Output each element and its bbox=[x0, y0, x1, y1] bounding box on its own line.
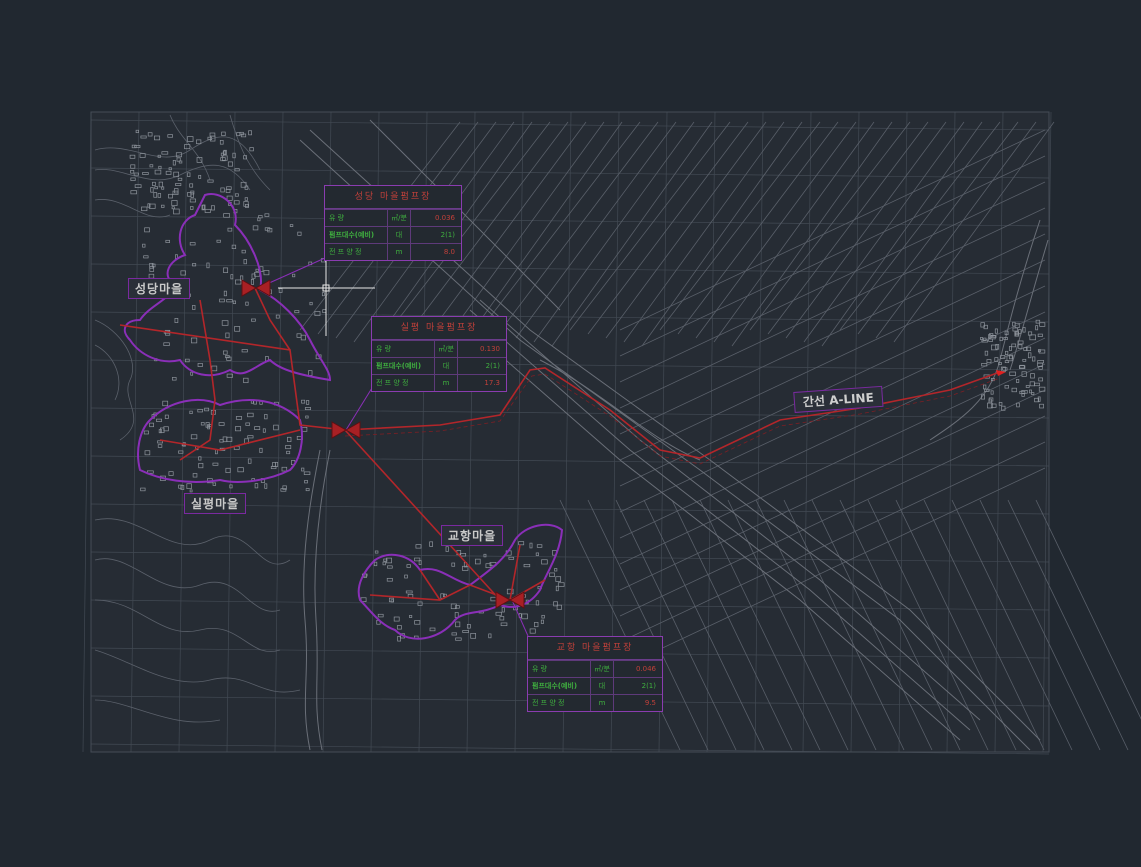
row-unit: m bbox=[435, 375, 458, 391]
table-row: 유 량 ㎥/분 0.046 bbox=[528, 660, 662, 677]
table-row: 펌프대수(예비) 대 2(1) bbox=[325, 226, 461, 243]
row-value: 9.5 bbox=[644, 699, 656, 707]
parcel-line bbox=[1035, 499, 1141, 720]
pump-table-gyohang[interactable]: 교항 마을펌프장 유 량 ㎥/분 0.046 펌프대수(예비) 대 2(1) 전… bbox=[527, 636, 663, 712]
row-value: 0.130 bbox=[479, 345, 500, 353]
row-label: 펌프대수(예비) bbox=[528, 678, 591, 694]
row-value: 17.3 bbox=[484, 379, 500, 387]
row-label: 전 프 양 정 bbox=[372, 375, 435, 391]
row-label: 전 프 양 정 bbox=[528, 695, 591, 711]
table-row: 전 프 양 정 m 8.0 bbox=[325, 243, 461, 260]
row-unit: 대 bbox=[591, 678, 614, 694]
row-label: 전 프 양 정 bbox=[325, 244, 388, 260]
row-label: 유 량 bbox=[528, 661, 591, 677]
village-label-silpyeong: 실평마을 bbox=[184, 493, 247, 514]
table-row: 전 프 양 정 m 9.5 bbox=[528, 694, 662, 711]
table-row: 유 량 ㎥/분 0.130 bbox=[372, 340, 506, 357]
pump-table-title: 실평 마을펌프장 bbox=[372, 317, 506, 340]
table-row: 전 프 양 정 m 17.3 bbox=[372, 374, 506, 391]
row-unit: 대 bbox=[435, 358, 458, 374]
row-unit: m bbox=[388, 244, 411, 260]
row-unit: ㎥/분 bbox=[388, 210, 411, 226]
row-unit: 대 bbox=[388, 227, 411, 243]
grid-line bbox=[82, 111, 92, 753]
row-value: 2(1) bbox=[485, 362, 500, 370]
row-value: 2(1) bbox=[641, 682, 656, 690]
table-row: 유 량 ㎥/분 0.036 bbox=[325, 209, 461, 226]
row-label: 유 량 bbox=[325, 210, 388, 226]
row-value: 8.0 bbox=[443, 248, 455, 256]
cad-drawing-canvas[interactable] bbox=[0, 0, 1141, 867]
row-unit: ㎥/분 bbox=[591, 661, 614, 677]
row-label: 유 량 bbox=[372, 341, 435, 357]
pump-table-seongdang[interactable]: 성당 마을펌프장 유 량 ㎥/분 0.036 펌프대수(예비) 대 2(1) 전… bbox=[324, 185, 462, 261]
row-value: 2(1) bbox=[440, 231, 455, 239]
pump-table-silpyeong[interactable]: 실평 마을펌프장 유 량 ㎥/분 0.130 펌프대수(예비) 대 2(1) 전… bbox=[371, 316, 507, 392]
pump-table-title: 교항 마을펌프장 bbox=[528, 637, 662, 660]
pump-table-title: 성당 마을펌프장 bbox=[325, 186, 461, 209]
row-value: 0.046 bbox=[635, 665, 656, 673]
row-value: 0.036 bbox=[434, 214, 455, 222]
table-row: 펌프대수(예비) 대 2(1) bbox=[372, 357, 506, 374]
row-label: 펌프대수(예비) bbox=[325, 227, 388, 243]
row-unit: ㎥/분 bbox=[435, 341, 458, 357]
village-label-seongdang: 성당마을 bbox=[128, 278, 191, 299]
row-label: 펌프대수(예비) bbox=[372, 358, 435, 374]
row-unit: m bbox=[591, 695, 614, 711]
village-label-gyohang: 교항마을 bbox=[441, 525, 504, 546]
table-row: 펌프대수(예비) 대 2(1) bbox=[528, 677, 662, 694]
